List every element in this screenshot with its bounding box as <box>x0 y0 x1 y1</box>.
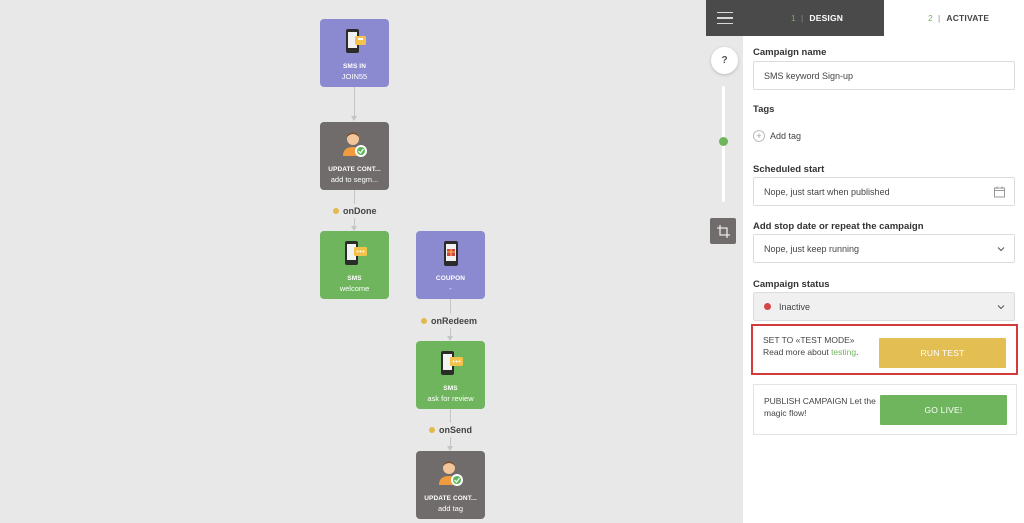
contact-update-icon <box>342 132 367 157</box>
node-sms-in[interactable]: SMS IN JOIN55 <box>320 19 389 87</box>
testing-link[interactable]: testing <box>831 347 856 357</box>
campaign-name-input[interactable]: SMS keyword Sign-up <box>753 61 1015 90</box>
scheduled-start-label: Scheduled start <box>753 164 825 175</box>
stop-date-select[interactable]: Nope, just keep running <box>753 234 1015 263</box>
node-title: SMS <box>443 385 458 392</box>
connector <box>354 190 355 204</box>
event-label-onsend[interactable]: onSend <box>429 425 472 435</box>
phone-coupon-icon <box>443 241 458 266</box>
help-icon: ? <box>721 55 728 66</box>
help-button[interactable]: ? <box>711 47 738 74</box>
connector <box>354 87 355 118</box>
scheduled-start-value: Nope, just start when published <box>764 186 890 197</box>
crop-button[interactable] <box>710 218 736 244</box>
zoom-slider-handle[interactable] <box>719 137 728 146</box>
stop-date-label: Add stop date or repeat the campaign <box>753 221 924 232</box>
node-sms-welcome[interactable]: SMS welcome <box>320 231 389 299</box>
menu-button[interactable] <box>706 0 743 36</box>
phone-sms-icon <box>344 241 367 265</box>
run-test-button[interactable]: RUN TEST <box>879 338 1006 368</box>
phone-sms-in-icon <box>345 29 366 53</box>
test-mode-box: SET TO «TEST MODE» Read more about testi… <box>751 324 1018 375</box>
campaign-name-value: SMS keyword Sign-up <box>764 70 854 81</box>
publish-box: PUBLISH CAMPAIGN Let the magic flow! GO … <box>753 384 1017 435</box>
chevron-down-icon <box>997 246 1005 251</box>
connector <box>450 299 451 314</box>
scheduled-start-input[interactable]: Nope, just start when published <box>753 177 1015 206</box>
campaign-status-value: Inactive <box>779 301 811 312</box>
node-title: SMS <box>347 275 362 282</box>
node-update-contact-tag[interactable]: UPDATE CONT... add tag <box>416 451 485 519</box>
status-dot-icon <box>764 303 771 310</box>
tab-label: DESIGN <box>809 13 844 23</box>
tags-label: Tags <box>753 104 775 115</box>
tab-number: 1 <box>791 13 796 23</box>
connector <box>450 409 451 423</box>
crop-icon <box>716 224 730 238</box>
node-subtitle: ask for review <box>427 394 474 403</box>
stop-date-value: Nope, just keep running <box>764 243 860 254</box>
node-title: COUPON <box>435 275 466 282</box>
add-tag-label: Add tag <box>770 131 802 141</box>
tab-label: ACTIVATE <box>946 13 990 23</box>
node-coupon[interactable]: COUPON - <box>416 231 485 299</box>
flow-canvas[interactable]: onDone onRedeem onSend SMS IN JOIN55 UPD… <box>0 0 700 523</box>
calendar-icon[interactable] <box>994 186 1005 197</box>
event-label-onredeem[interactable]: onRedeem <box>421 316 477 326</box>
campaign-status-label: Campaign status <box>753 279 830 290</box>
go-live-button[interactable]: GO LIVE! <box>880 395 1007 425</box>
go-live-label: GO LIVE! <box>924 405 963 415</box>
node-subtitle: JOIN55 <box>341 72 368 81</box>
tab-number: 2 <box>928 13 933 23</box>
node-subtitle: welcome <box>339 284 370 293</box>
chevron-down-icon <box>997 304 1005 309</box>
campaign-status-select[interactable]: Inactive <box>753 292 1015 321</box>
tab-design[interactable]: 1 | DESIGN <box>743 0 884 36</box>
connector-arrow <box>351 116 357 121</box>
plus-icon: + <box>753 130 765 142</box>
add-tag-button[interactable]: + Add tag <box>753 130 801 142</box>
tab-activate[interactable]: 2 | ACTIVATE <box>884 0 1024 36</box>
node-subtitle: add to segm... <box>330 175 379 184</box>
node-sms-review[interactable]: SMS ask for review <box>416 341 485 409</box>
phone-sms-icon <box>440 351 463 375</box>
run-test-label: RUN TEST <box>920 348 965 358</box>
contact-update-icon <box>438 461 463 486</box>
event-label-ondone[interactable]: onDone <box>333 206 377 216</box>
top-bar: 1 | DESIGN 2 | ACTIVATE <box>706 0 1024 36</box>
node-title: UPDATE CONT... <box>328 166 381 173</box>
node-subtitle: - <box>449 284 452 293</box>
node-update-contact[interactable]: UPDATE CONT... add to segm... <box>320 122 389 190</box>
campaign-name-label: Campaign name <box>753 47 827 58</box>
node-subtitle: add tag <box>437 504 464 513</box>
node-title: SMS IN <box>343 63 366 70</box>
publish-text: PUBLISH CAMPAIGN Let the magic flow! <box>764 396 876 418</box>
test-mode-text: SET TO «TEST MODE» Read more about testi… <box>763 335 859 357</box>
node-title: UPDATE CONT... <box>424 495 477 502</box>
